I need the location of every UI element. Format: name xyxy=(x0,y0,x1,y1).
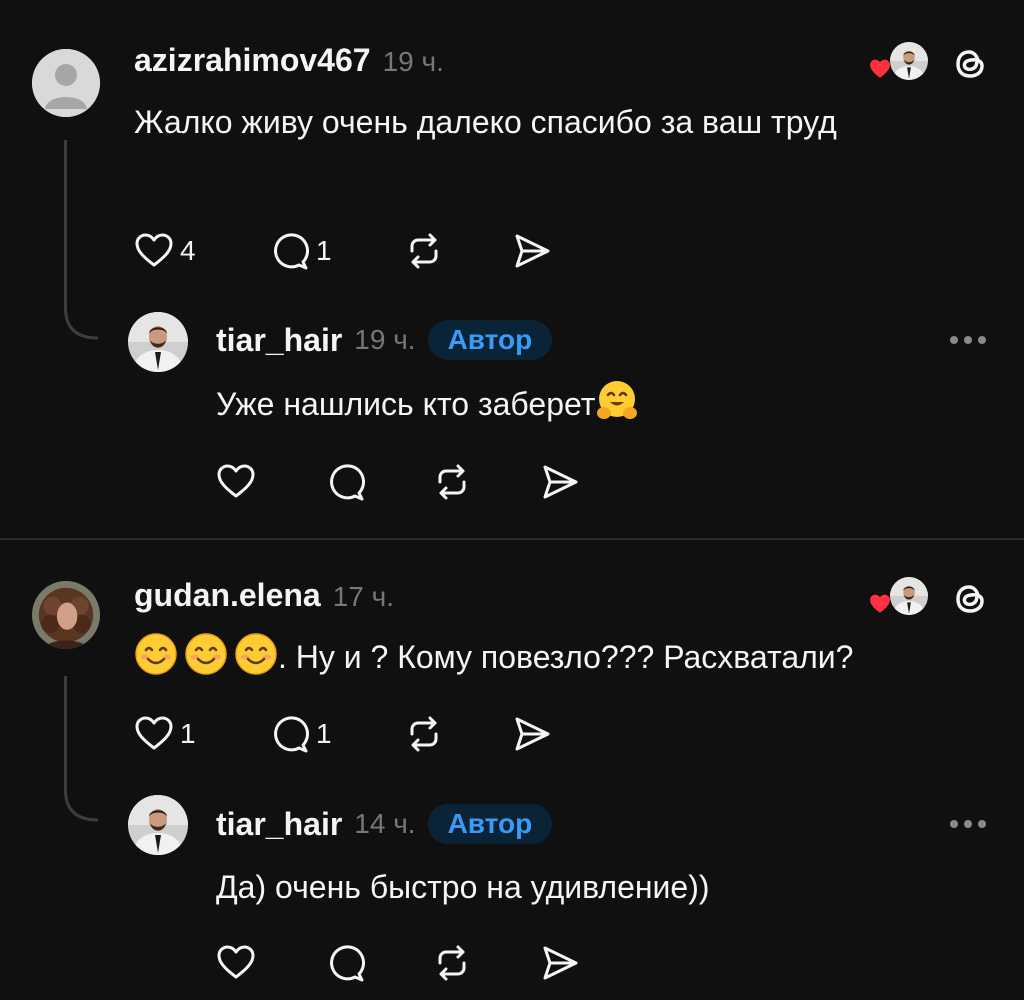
thread-line xyxy=(64,676,67,792)
comment-time: 17 ч. xyxy=(332,581,394,612)
comment-icon[interactable] xyxy=(326,462,366,502)
heart-icon xyxy=(134,231,174,271)
comment-username[interactable]: azizrahimov467 xyxy=(134,42,371,79)
avatar[interactable] xyxy=(32,581,100,649)
author-badge: Автор xyxy=(427,804,553,844)
like-count: 4 xyxy=(180,235,196,266)
heart-icon[interactable] xyxy=(216,462,256,502)
like-count: 1 xyxy=(180,718,196,749)
comment-icon[interactable] xyxy=(326,943,366,983)
thread-line-curve xyxy=(64,790,99,822)
share-icon[interactable] xyxy=(512,231,552,271)
more-icon[interactable] xyxy=(950,820,986,828)
reply-username[interactable]: tiar_hair xyxy=(216,322,342,359)
share-icon[interactable] xyxy=(540,943,580,983)
reply-count: 1 xyxy=(316,718,332,749)
repost-icon[interactable] xyxy=(432,462,472,502)
repost-icon[interactable] xyxy=(404,231,444,271)
share-icon[interactable] xyxy=(512,714,552,754)
comment-time: 19 ч. xyxy=(382,46,444,77)
reply-text: Да) очень быстро на удивление)) xyxy=(216,869,710,905)
comment-icon xyxy=(270,231,310,271)
comment-text: Жалко живу очень далеко спасибо за ваш т… xyxy=(134,104,837,140)
comment-username[interactable]: gudan.elena xyxy=(134,577,321,614)
thread-line-curve xyxy=(64,308,99,340)
comment-text: . Ну и ? Кому повезло??? Расхватали? xyxy=(278,639,854,675)
thread-line xyxy=(64,140,67,310)
avatar[interactable] xyxy=(128,795,188,855)
repost-icon[interactable] xyxy=(432,943,472,983)
threads-logo-icon[interactable] xyxy=(950,579,990,619)
divider xyxy=(0,538,1024,540)
smiling-face-emoji xyxy=(184,632,228,676)
reply-count: 1 xyxy=(316,235,332,266)
reply-text: Уже нашлись кто заберет xyxy=(216,386,596,422)
smiling-face-emoji xyxy=(234,632,278,676)
smiling-face-emoji xyxy=(134,632,178,676)
liked-by-author-icon xyxy=(868,577,930,619)
comment-button[interactable]: 1 xyxy=(270,714,332,754)
threads-logo-icon[interactable] xyxy=(950,44,990,84)
like-button[interactable]: 1 xyxy=(134,714,196,754)
comment-icon xyxy=(270,714,310,754)
avatar[interactable] xyxy=(32,49,100,117)
hugging-face-emoji xyxy=(595,379,639,423)
like-button[interactable]: 4 xyxy=(134,231,196,271)
liked-by-author-icon xyxy=(868,42,930,84)
heart-icon xyxy=(134,714,174,754)
repost-icon[interactable] xyxy=(404,714,444,754)
comment-button[interactable]: 1 xyxy=(270,231,332,271)
author-badge: Автор xyxy=(427,320,553,360)
heart-icon[interactable] xyxy=(216,943,256,983)
default-avatar-icon xyxy=(32,49,100,117)
reply-username[interactable]: tiar_hair xyxy=(216,806,342,843)
avatar[interactable] xyxy=(128,312,188,372)
more-icon[interactable] xyxy=(950,336,986,344)
share-icon[interactable] xyxy=(540,462,580,502)
reply-time: 14 ч. xyxy=(354,808,416,839)
reply-time: 19 ч. xyxy=(354,324,416,355)
